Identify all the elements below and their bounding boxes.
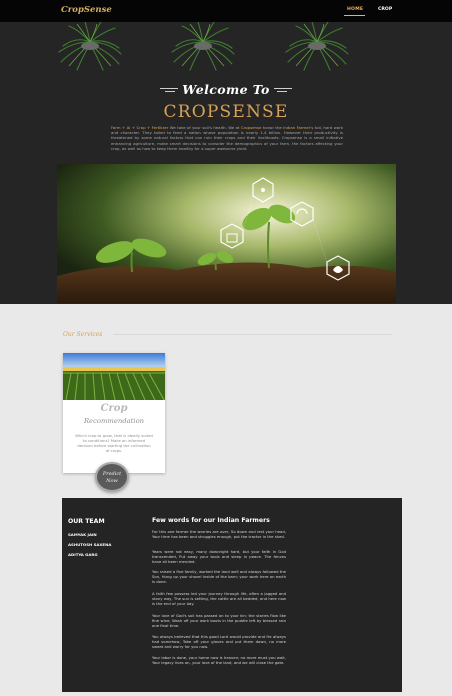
hanging-plant-image — [58, 22, 122, 71]
decorative-line-right — [274, 88, 292, 89]
poem-stanza: For this one farmer the worries are over… — [152, 529, 286, 540]
team-member: ADITYA GARG — [68, 552, 98, 557]
hanging-plant-image — [171, 22, 235, 71]
nav-active-underline — [344, 15, 365, 16]
poem-stanza: You raised a fine family, worked the lan… — [152, 569, 286, 585]
nav-link-crop[interactable]: CROP — [378, 7, 392, 12]
poem-stanza: You always believed that this good Lord … — [152, 634, 286, 650]
hero-image — [57, 164, 396, 303]
navbar: CropSense HOME CROP — [0, 0, 452, 22]
services-divider — [113, 334, 392, 335]
hero-section: Welcome To CROPSENSE Farm + AI + Crop + … — [0, 22, 452, 304]
hero-title: CROPSENSE — [163, 102, 289, 122]
intro-text: . — [246, 145, 248, 151]
brand-logo[interactable]: CropSense — [61, 5, 112, 15]
services-section-title: Our Services — [63, 331, 103, 338]
poem-stanza: Your love of God's soil has passed on to… — [152, 613, 286, 629]
card-title: Crop — [100, 403, 128, 414]
button-label: Now — [106, 478, 118, 484]
decorative-line-right-2 — [277, 91, 287, 92]
footer: OUR TEAM SAMYAK JAIN ASHUTOSH SAXENA ADI… — [62, 498, 402, 692]
team-title: OUR TEAM — [68, 518, 105, 525]
poem-stanza: Years were not easy, many downright hard… — [152, 549, 286, 565]
poem-title: Few words for our Indian Farmers — [152, 517, 270, 524]
nav-link-home[interactable]: HOME — [347, 7, 363, 12]
service-card-crop-recommendation: Crop Recommendation Which crop to grow, … — [63, 353, 165, 473]
card-subtitle: Recommendation — [83, 417, 145, 425]
welcome-heading: Welcome To — [182, 82, 270, 97]
intro-italic: super awesome yield — [204, 145, 247, 151]
poem-stanza: A faith few possess led your journey thr… — [152, 591, 286, 607]
intro-paragraph: Farm + AI + Crop + Fertilizer We take of… — [111, 125, 343, 151]
button-label: Predict — [102, 471, 122, 477]
cornfield-image — [63, 353, 165, 400]
predict-now-button[interactable]: Predict Now — [95, 462, 129, 492]
team-member: ASHUTOSH SAXENA — [68, 542, 112, 547]
hanging-plant-image — [285, 22, 349, 71]
poem-stanza: Your labor is done, your home now is hea… — [152, 655, 286, 666]
card-description: Which crop to grow, that is ideally suit… — [75, 433, 153, 453]
team-member: SAMYAK JAIN — [68, 532, 97, 537]
welcome-heading-row: Welcome To — [0, 80, 452, 100]
